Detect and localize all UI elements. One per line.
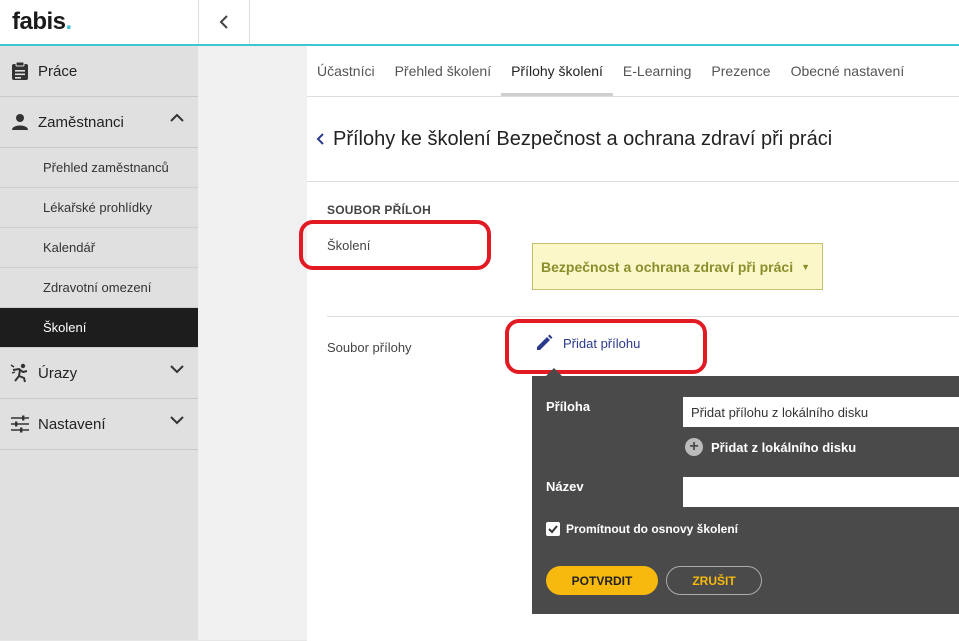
add-attachment-link[interactable]: Přidat přílohu — [535, 334, 640, 352]
add-attachment-popover: Příloha + Přidat z lokálního disku Název… — [532, 368, 959, 614]
project-to-syllabus-checkbox[interactable]: Promítnout do osnovy školení — [546, 522, 738, 536]
caret-down-icon: ▼ — [801, 261, 811, 272]
main-area: Účastníci Přehled školení Přílohy školen… — [198, 46, 959, 641]
checkbox-label: Promítnout do osnovy školení — [566, 522, 739, 536]
sidebar-subitem-kalendar[interactable]: Kalendář — [0, 228, 198, 268]
add-attachment-label: Přidat přílohu — [563, 335, 641, 351]
training-select[interactable]: Bezpečnost a ochrana zdraví při práci ▼ — [532, 243, 823, 290]
checkbox-checked-icon — [546, 522, 560, 536]
training-select-value: Bezpečnost a ochrana zdraví při práci — [541, 258, 794, 275]
confirm-button[interactable]: POTVRDIT — [546, 566, 658, 595]
tab-e-learning[interactable]: E-Learning — [613, 46, 702, 96]
add-local-disk-button[interactable]: + Přidat z lokálního disku — [685, 438, 856, 456]
sidebar-subitem-zdravotni-omezeni[interactable]: Zdravotní omezení — [0, 268, 198, 308]
sidebar-item-label: Úrazy — [38, 364, 78, 382]
attachment-field-label: Příloha — [546, 399, 591, 414]
tab-ucastnici[interactable]: Účastníci — [307, 46, 385, 96]
chevron-up-icon — [170, 113, 184, 122]
page-header: Přílohy ke školení Bezpečnost a ochrana … — [307, 97, 959, 181]
back-button[interactable] — [315, 132, 325, 146]
logo-dot: . — [65, 8, 73, 35]
chevron-down-icon — [170, 416, 184, 425]
chevron-left-icon — [316, 133, 324, 145]
collapse-sidebar-button[interactable] — [198, 0, 250, 44]
injury-icon — [10, 363, 30, 383]
plus-circle-icon: + — [685, 438, 703, 456]
cancel-button[interactable]: ZRUŠIT — [666, 566, 762, 595]
divider — [327, 316, 959, 317]
attachment-form: SOUBOR PŘÍLOH Školení Bezpečnost a ochra… — [299, 181, 959, 641]
chevron-down-icon — [170, 365, 184, 374]
pencil-icon — [537, 334, 553, 350]
name-field-label: Název — [546, 479, 584, 494]
sidebar-item-label: Nastavení — [38, 415, 106, 433]
logo-text: fabis — [12, 8, 66, 35]
sidebar-subitem-skoleni[interactable]: Školení — [0, 308, 198, 348]
attachment-input[interactable] — [683, 397, 959, 427]
sidebar-item-nastaveni[interactable]: Nastavení — [0, 399, 198, 450]
attachment-label: Soubor přílohy — [327, 340, 412, 355]
chevron-left-icon — [219, 15, 228, 29]
sidebar: Práce Zaměstnanci Přehled zaměstnanců Lé… — [0, 46, 198, 640]
tab-prehled-skoleni[interactable]: Přehled školení — [385, 46, 502, 96]
sidebar-item-label: Práce — [38, 62, 78, 80]
logo[interactable]: fabis. — [12, 8, 72, 36]
tab-obecne-nastaveni[interactable]: Obecné nastavení — [781, 46, 915, 96]
training-label: Školení — [327, 238, 371, 253]
sidebar-item-label: Zaměstnanci — [38, 113, 124, 131]
sliders-icon — [10, 414, 30, 434]
clipboard-icon — [10, 61, 30, 81]
page-title: Přílohy ke školení Bezpečnost a ochrana … — [333, 127, 833, 150]
sidebar-subitem-lekarske-prohlidky[interactable]: Lékařské prohlídky — [0, 188, 198, 228]
person-icon — [10, 112, 30, 132]
sidebar-item-prace[interactable]: Práce — [0, 46, 198, 97]
add-local-disk-label: Přidat z lokálního disku — [711, 439, 857, 455]
name-input[interactable] — [683, 477, 959, 507]
top-bar: fabis. — [0, 0, 959, 46]
tab-bar: Účastníci Přehled školení Přílohy školen… — [307, 46, 959, 97]
sidebar-item-urazy[interactable]: Úrazy — [0, 348, 198, 399]
tab-prilohy-skoleni[interactable]: Přílohy školení — [501, 46, 613, 96]
section-title: SOUBOR PŘÍLOH — [327, 203, 431, 217]
sidebar-item-zamestnanci[interactable]: Zaměstnanci — [0, 97, 198, 148]
content: Účastníci Přehled školení Přílohy školen… — [299, 46, 959, 641]
popover-arrow — [546, 368, 562, 376]
sidebar-subitem-prehled-zamestnancu[interactable]: Přehled zaměstnanců — [0, 148, 198, 188]
tab-prezence[interactable]: Prezence — [701, 46, 780, 96]
